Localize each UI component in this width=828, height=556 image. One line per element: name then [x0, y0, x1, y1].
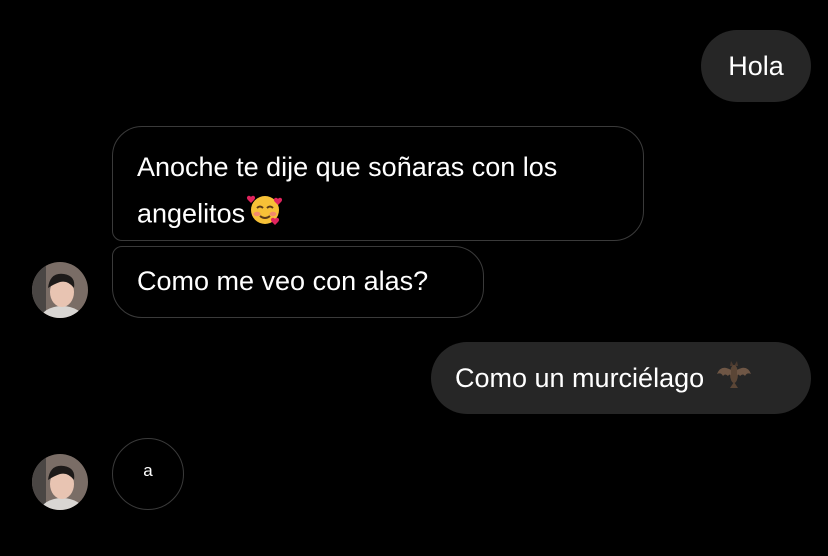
message-bubble-incoming[interactable]: a — [112, 438, 184, 510]
message-text: Como un murciélago — [455, 363, 705, 393]
avatar[interactable] — [32, 454, 88, 510]
message-text: Hola — [728, 51, 784, 81]
message-bubble-incoming[interactable]: Como me veo con alas? — [112, 246, 484, 318]
message-text-line-2: angelitos — [137, 189, 643, 242]
message-bubble-outgoing[interactable]: Como un murciélago — [431, 342, 811, 414]
bat-emoji — [714, 352, 754, 405]
avatar[interactable] — [32, 262, 88, 318]
message-bubble-incoming[interactable]: Anoche te dije que soñaras con los angel… — [112, 126, 644, 241]
message-bubble-outgoing[interactable]: Hola — [701, 30, 811, 102]
message-text: angelitos — [137, 198, 246, 229]
message-text: Como me veo con alas? — [137, 266, 429, 296]
message-text: a — [143, 461, 153, 480]
smiling-face-with-hearts-emoji — [245, 189, 285, 242]
message-text-line: Anoche te dije que soñaras con los — [137, 152, 558, 182]
